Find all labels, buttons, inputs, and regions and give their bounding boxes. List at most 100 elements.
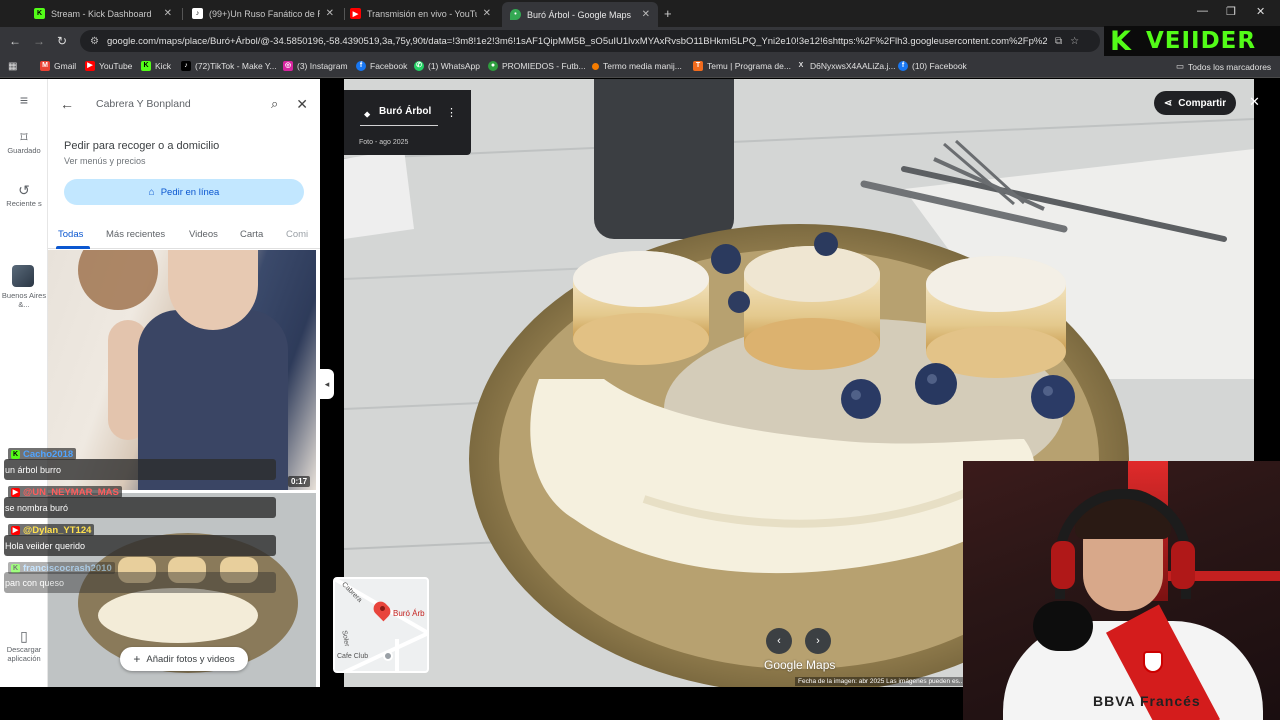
add-photos-button[interactable]: + Añadir fotos y videos [120, 647, 248, 671]
more-options-icon[interactable]: ⋮ [446, 106, 457, 119]
rail-label: Buenos Aires &... [1, 291, 47, 309]
bookmark-label: Temu | Programa de... [707, 61, 791, 71]
headphones-icon [1055, 489, 1191, 599]
street-label: Soler [340, 629, 351, 648]
rail-download-app[interactable]: ▯ Descargar aplicación [0, 628, 48, 663]
facebook-icon: f [356, 61, 366, 71]
shopping-bag-icon: ⌂ [148, 186, 155, 198]
rail-label: Reciente s [6, 199, 42, 208]
chat-message: un árbol burro [4, 459, 276, 480]
video-thumbnail[interactable] [48, 250, 316, 490]
minimap[interactable]: Cabrera Soler Cafe Club Buró Árb [333, 577, 429, 673]
bookmark-label: Kick [155, 61, 172, 71]
tab-title: Buró Árbol - Google Maps [527, 9, 632, 20]
screen: K Stream - Kick Dashboard ✕ ♪ (99+)Un Ru… [0, 0, 1280, 720]
close-tab-icon[interactable]: ✕ [483, 8, 491, 19]
bookmark-tiktok[interactable]: ♪ (72)TikTok - Make Y... [181, 61, 277, 71]
tab-comida[interactable]: Comi [286, 229, 308, 240]
close-tab-icon[interactable]: ✕ [164, 8, 172, 19]
bookmark-icon: ⌑ [20, 129, 28, 145]
reload-icon[interactable]: ↻ [57, 34, 67, 48]
youtube-icon: ▶ [11, 525, 20, 535]
back-arrow-icon[interactable]: ← [60, 96, 82, 112]
order-button-label: Pedir en línea [160, 186, 220, 198]
poi-label: Cafe Club [337, 653, 369, 660]
bookmark-instagram[interactable]: ◎ (3) Instagram [283, 61, 348, 71]
previous-photo-button[interactable]: ‹ [766, 628, 792, 654]
install-app-icon[interactable]: ⧉ [1055, 36, 1062, 47]
forward-arrow-icon[interactable]: → [33, 34, 45, 48]
pegman-icon [383, 651, 393, 661]
bookmark-facebook[interactable]: f Facebook [356, 61, 407, 71]
search-icon[interactable]: ⌕ [271, 96, 278, 112]
bookmark-label: PROMIEDOS - Futb... [502, 61, 586, 71]
bookmark-promiedos[interactable]: ● PROMIEDOS - Futb... [488, 61, 586, 71]
order-online-button[interactable]: ⌂ Pedir en línea [64, 179, 304, 205]
all-bookmarks[interactable]: ▭ Todos los marcadores [1176, 61, 1271, 72]
tab-kick-dashboard[interactable]: K Stream - Kick Dashboard ✕ [26, 3, 180, 24]
tab-youtube-live[interactable]: ▶ Transmisión en vivo - YouTube ✕ [342, 3, 499, 24]
order-title: Pedir para recoger o a domicilio [64, 140, 220, 152]
tab-carta[interactable]: Carta [240, 229, 263, 240]
tiktok-icon: ♪ [192, 8, 203, 19]
back-arrow-icon[interactable]: ← [9, 34, 21, 48]
window-close-icon[interactable]: ✕ [1256, 5, 1265, 18]
divider [360, 125, 438, 126]
bookmark-gmail[interactable]: M Gmail [40, 61, 76, 71]
place-name[interactable]: Buró Árbol [379, 106, 431, 117]
tab-mas-recientes[interactable]: Más recientes [106, 229, 165, 240]
tab-title: Transmisión en vivo - YouTube [367, 8, 477, 19]
rail-recents[interactable]: ↺ Reciente s [0, 183, 48, 208]
bookmark-temu[interactable]: T Temu | Programa de... [693, 61, 791, 71]
collapse-panel-button[interactable]: ◂ [320, 369, 334, 399]
search-box[interactable]: ← Cabrera Y Bonpland ⌕ ✕ [60, 89, 308, 119]
minimize-icon[interactable]: — [1197, 5, 1208, 17]
recent-place-thumbnail[interactable] [12, 265, 34, 287]
close-icon[interactable]: ✕ [296, 96, 308, 113]
bookmark-youtube[interactable]: ▶ YouTube [85, 61, 132, 71]
share-button[interactable]: ⋖ Compartir [1154, 91, 1236, 115]
tab-todas[interactable]: Todas [58, 229, 83, 240]
browser-tab-strip: K Stream - Kick Dashboard ✕ ♪ (99+)Un Ru… [0, 0, 1280, 27]
bookmark-facebook-10[interactable]: f (10) Facebook [898, 61, 967, 71]
bookmark-star-icon[interactable]: ☆ [1070, 36, 1079, 47]
next-photo-button[interactable]: › [805, 628, 831, 654]
apps-grid-icon[interactable]: ▦ [8, 61, 17, 72]
minimap-pin-label: Buró Árb [393, 609, 425, 618]
x-icon: X [798, 62, 804, 69]
tab-videos[interactable]: Videos [189, 229, 218, 240]
close-icon[interactable]: ✕ [1249, 94, 1260, 110]
bookmark-kick[interactable]: K Kick [141, 61, 171, 71]
chat-message: se nombra buró [4, 497, 276, 518]
image-date-notice: Fecha de la imagen: abr 2025 Las imágene… [795, 677, 968, 686]
bookmark-label: (1) WhatsApp [428, 61, 480, 71]
bookmark-label: (3) Instagram [297, 61, 348, 71]
new-tab-icon[interactable]: + [664, 6, 672, 21]
photo-tabs: Todas Más recientes Videos Carta Comi [48, 219, 320, 249]
chat-message: pan con queso [4, 572, 276, 593]
chat-message: Hola veiider querido [4, 535, 276, 556]
gmail-icon: M [40, 61, 50, 71]
search-input[interactable]: Cabrera Y Bonpland [82, 98, 271, 110]
youtube-icon: ▶ [85, 61, 95, 71]
place-pin-icon: ⬥ [364, 109, 371, 119]
restore-icon[interactable]: ❐ [1226, 5, 1236, 18]
rail-recent-place[interactable]: Buenos Aires &... [0, 291, 48, 309]
menu-icon[interactable]: ≡ [0, 93, 48, 109]
close-tab-icon[interactable]: ✕ [642, 9, 650, 20]
tab-google-maps[interactable]: • Buró Árbol - Google Maps ✕ [502, 2, 658, 27]
close-tab-icon[interactable]: ✕ [326, 8, 334, 19]
phone-icon: ▯ [20, 628, 28, 644]
site-info-icon[interactable]: ⚙ [90, 36, 99, 47]
share-icon: ⋖ [1163, 97, 1173, 109]
order-subtitle[interactable]: Ver menús y precios [64, 156, 146, 166]
shirt-sponsor: BBVA Francés [1093, 693, 1201, 709]
bookmark-whatsapp[interactable]: ✆ (1) WhatsApp [414, 61, 480, 71]
rail-saved[interactable]: ⌑ Guardado [0, 129, 48, 155]
tab-title: Stream - Kick Dashboard [51, 8, 152, 19]
bookmark-termo[interactable]: Termo media manij... [592, 61, 682, 71]
bookmark-x-image[interactable]: X D6NyxwsX4AALiZa.j... [796, 61, 896, 71]
tab-tiktok[interactable]: ♪ (99+)Un Ruso Fanático de River ✕ [184, 3, 342, 24]
channel-name: VEIIDER [1145, 28, 1257, 54]
address-bar[interactable]: ⚙ google.com/maps/place/Buró+Árbol/@-34.… [80, 30, 1100, 52]
